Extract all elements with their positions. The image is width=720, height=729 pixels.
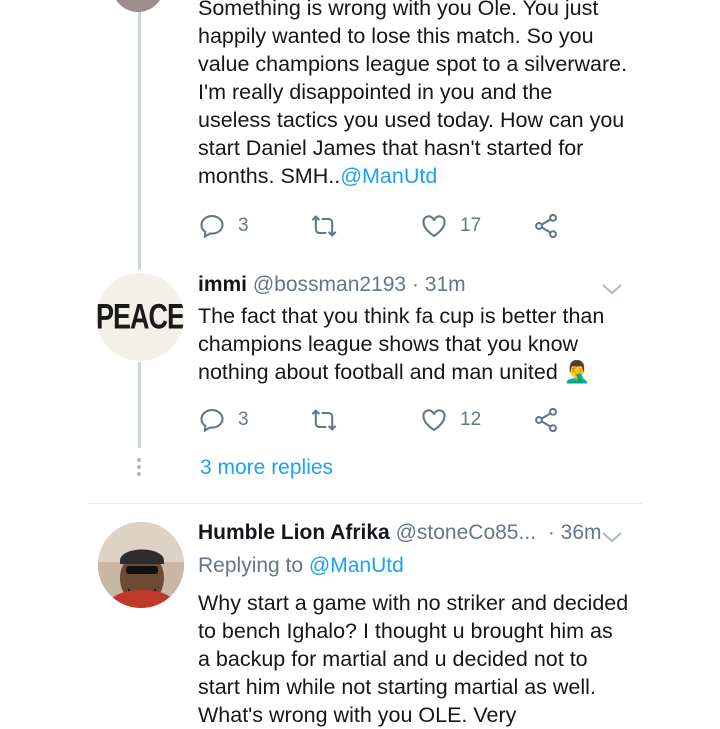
avatar-peace[interactable]: PEACE bbox=[96, 273, 184, 361]
reply-button[interactable]: 3 bbox=[198, 211, 249, 241]
tweet1-actions: 3 17 bbox=[198, 211, 568, 241]
like-count: 12 bbox=[460, 409, 482, 430]
user-name[interactable]: Humble Lion Afrika bbox=[198, 521, 390, 544]
like-button[interactable]: 17 bbox=[420, 211, 481, 241]
share-button[interactable] bbox=[532, 211, 560, 241]
retweet-icon bbox=[311, 215, 337, 237]
reply-icon bbox=[200, 215, 224, 239]
tweet1-body: Something is wrong with you Ole. You jus… bbox=[198, 0, 628, 188]
more-replies-link[interactable]: 3 more replies bbox=[200, 456, 333, 480]
share-icon bbox=[535, 407, 557, 433]
chevron-down-icon[interactable] bbox=[601, 530, 623, 544]
user-name[interactable]: immi bbox=[198, 273, 247, 296]
avatar-peace-text: PEACE bbox=[96, 296, 184, 336]
tweet-time[interactable]: · 31m bbox=[412, 273, 466, 296]
tweet2-actions: 3 12 bbox=[198, 405, 568, 435]
replying-to: Replying to @ManUtd bbox=[198, 553, 404, 579]
tweet3-text: Why start a game with no striker and dec… bbox=[198, 591, 629, 727]
tweet-time[interactable]: · 36m bbox=[548, 521, 602, 544]
retweet-button[interactable] bbox=[310, 211, 338, 241]
user-handle[interactable]: @bossman2193 bbox=[253, 273, 406, 296]
divider bbox=[88, 503, 642, 504]
tweet1-mention[interactable]: @ManUtd bbox=[340, 164, 437, 188]
reply-count: 3 bbox=[238, 215, 249, 236]
user-handle[interactable]: @stoneCo85... bbox=[396, 521, 536, 544]
replying-to-mention[interactable]: @ManUtd bbox=[309, 554, 404, 577]
heart-icon bbox=[422, 409, 446, 432]
thread-ellipsis bbox=[136, 458, 142, 479]
like-count: 17 bbox=[460, 215, 482, 236]
replying-to-label: Replying to bbox=[198, 554, 304, 577]
heart-icon bbox=[422, 215, 446, 238]
retweet-button[interactable] bbox=[310, 405, 338, 435]
tweet1-text: Something is wrong with you Ole. You jus… bbox=[198, 0, 627, 190]
tweet3-header: Humble Lion Afrika @stoneCo85... · 36m bbox=[198, 520, 602, 546]
tweet2-text: The fact that you think fa cup is better… bbox=[198, 304, 605, 384]
reply-button[interactable]: 3 bbox=[198, 405, 249, 435]
profile-photo-icon bbox=[98, 522, 184, 608]
retweet-icon bbox=[311, 409, 337, 431]
like-button[interactable]: 12 bbox=[420, 405, 481, 435]
reply-count: 3 bbox=[238, 409, 249, 430]
reply-icon bbox=[200, 409, 224, 433]
thread-line-middle bbox=[138, 362, 141, 448]
chevron-down-icon[interactable] bbox=[601, 282, 623, 296]
avatar-top[interactable] bbox=[112, 0, 164, 12]
thread-line-top bbox=[138, 0, 141, 270]
share-button[interactable] bbox=[532, 405, 560, 435]
tweet2-header: immi @bossman2193 · 31m bbox=[198, 272, 466, 298]
share-icon bbox=[535, 213, 557, 239]
avatar-humble-lion[interactable] bbox=[98, 522, 184, 608]
